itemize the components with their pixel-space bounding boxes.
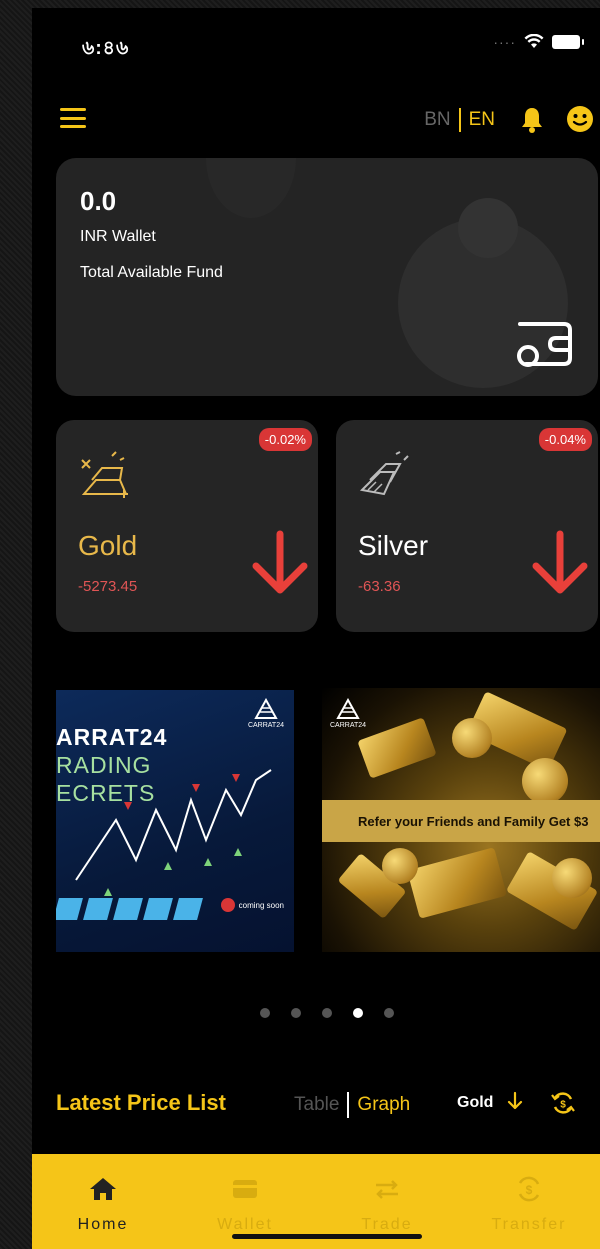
wallet-currency-label: INR Wallet xyxy=(80,228,156,245)
status-time: ৬:৪৬ xyxy=(82,38,130,59)
lang-bn-button[interactable]: BN xyxy=(424,109,450,131)
gold-coin-graphic xyxy=(552,858,592,898)
brand-logo: CARRAT24 xyxy=(247,697,284,729)
metal-select[interactable]: Gold xyxy=(457,1094,493,1112)
view-toggle: Table Graph xyxy=(294,1092,410,1118)
graph-view-button[interactable]: Graph xyxy=(357,1094,410,1116)
price-list-title: Latest Price List xyxy=(56,1090,226,1115)
top-nav: BN EN xyxy=(32,98,600,138)
gold-coin-graphic xyxy=(452,718,492,758)
silver-bars-icon xyxy=(359,451,409,496)
carousel-dot[interactable] xyxy=(384,1008,394,1018)
gold-coin-graphic xyxy=(522,758,568,804)
gold-bar-graphic xyxy=(407,847,507,919)
wifi-icon xyxy=(524,34,544,48)
battery-icon xyxy=(552,35,584,49)
gold-percent-badge: -0.02% xyxy=(258,428,312,451)
trading-chart-graphic xyxy=(75,769,272,896)
lang-en-button[interactable]: EN xyxy=(469,109,495,131)
gold-name: Gold xyxy=(78,530,138,561)
brand-logo-text: CARRAT24 xyxy=(330,722,367,729)
nav-home-label: Home xyxy=(77,1216,129,1233)
gold-bar-graphic xyxy=(357,717,437,779)
wallet-amount: 0.0 xyxy=(80,186,117,216)
coming-soon-label: coming soon xyxy=(220,898,284,912)
promo-carousel[interactable]: CARRAT24 ARRAT24 RADING ECRETS coming so… xyxy=(32,688,600,958)
profile-face-icon[interactable] xyxy=(565,104,595,134)
arrow-down-icon[interactable] xyxy=(506,1090,524,1112)
wallet-fund-label: Total Available Fund xyxy=(80,264,223,281)
silver-price-card[interactable]: -0.04% Silver -63.36 xyxy=(336,420,598,632)
silver-name: Silver xyxy=(358,530,429,561)
banner-stripes xyxy=(56,898,203,920)
status-bar: ৬:৪৬ ···· xyxy=(32,8,600,80)
coming-soon-text: coming soon xyxy=(238,900,284,910)
nav-trade-label: Trade xyxy=(361,1216,413,1233)
gold-coin-graphic xyxy=(382,848,418,884)
referral-banner[interactable]: CARRAT24 Refer your Friends and Family G… xyxy=(322,688,600,952)
banner-title: ARRAT24 xyxy=(56,724,168,750)
home-indicator xyxy=(232,1234,422,1239)
wallet-icon xyxy=(230,1174,260,1204)
gold-bars-icon xyxy=(81,451,128,498)
nav-home[interactable]: Home xyxy=(32,1154,174,1249)
referral-strip: Refer your Friends and Family Get $3 xyxy=(322,800,600,842)
wallet-icon xyxy=(517,322,572,367)
card-decoration xyxy=(458,198,518,258)
gold-price-card[interactable]: -0.02% Gold -5273.45 xyxy=(56,420,318,632)
nav-transfer[interactable]: $ Transfer xyxy=(458,1154,600,1249)
trade-icon xyxy=(372,1174,402,1204)
carousel-dot[interactable] xyxy=(291,1008,301,1018)
carousel-dot[interactable] xyxy=(322,1008,332,1018)
signal-icon: ···· xyxy=(493,34,516,50)
table-view-button[interactable]: Table xyxy=(294,1094,339,1116)
silver-change: -63.36 xyxy=(358,578,401,595)
silver-percent-badge: -0.04% xyxy=(538,428,592,451)
refresh-icon[interactable]: $ xyxy=(550,1090,576,1116)
carousel-dot[interactable] xyxy=(260,1008,270,1018)
carousel-dots-inner xyxy=(260,1008,394,1018)
gold-change: -5273.45 xyxy=(78,578,138,595)
svg-text:$: $ xyxy=(560,1100,566,1111)
card-decoration xyxy=(206,158,296,218)
app-screen: ৬:৪৬ ···· BN EN 0.0 INR Wallet Total Ava… xyxy=(32,8,600,1249)
transfer-icon: $ xyxy=(514,1174,544,1204)
arrow-down-icon xyxy=(252,530,308,594)
language-switch: BN EN xyxy=(424,108,495,132)
arrow-down-icon xyxy=(532,530,588,594)
brand-logo: CARRAT24 xyxy=(330,697,367,729)
carousel-dot[interactable] xyxy=(353,1008,363,1018)
lang-divider xyxy=(458,108,461,132)
nav-wallet-label: Wallet xyxy=(217,1216,273,1233)
price-list-header: Latest Price List Table Graph Gold $ xyxy=(32,1088,600,1128)
hamburger-menu-icon[interactable] xyxy=(60,108,86,128)
status-icons: ···· xyxy=(493,34,584,50)
toggle-divider xyxy=(347,1092,350,1118)
home-icon xyxy=(88,1174,118,1204)
svg-text:$: $ xyxy=(526,1183,533,1197)
brand-logo-text: CARRAT24 xyxy=(247,722,284,729)
trading-secrets-banner[interactable]: CARRAT24 ARRAT24 RADING ECRETS coming so… xyxy=(56,690,294,952)
bell-icon[interactable] xyxy=(519,106,545,134)
wallet-card[interactable]: 0.0 INR Wallet Total Available Fund xyxy=(56,158,598,396)
nav-transfer-label: Transfer xyxy=(491,1216,567,1233)
